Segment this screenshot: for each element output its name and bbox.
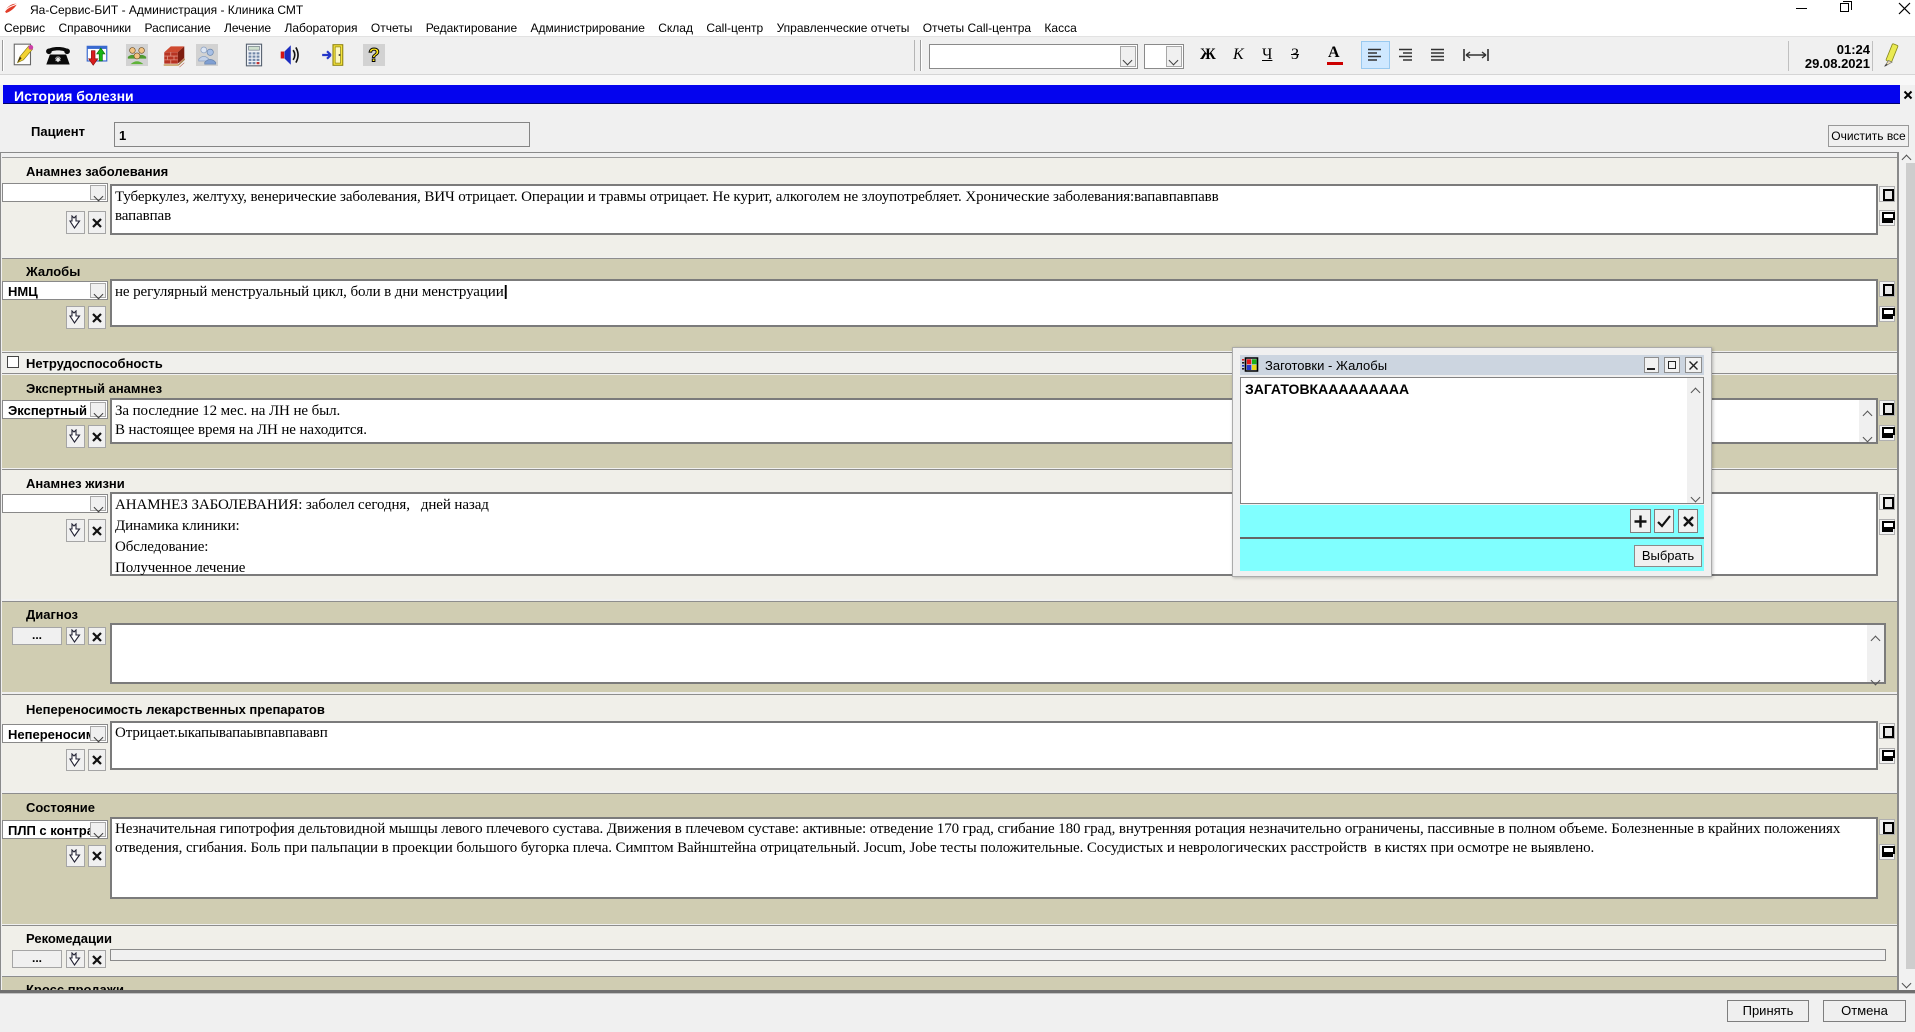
svg-text:?: ? (368, 45, 380, 66)
